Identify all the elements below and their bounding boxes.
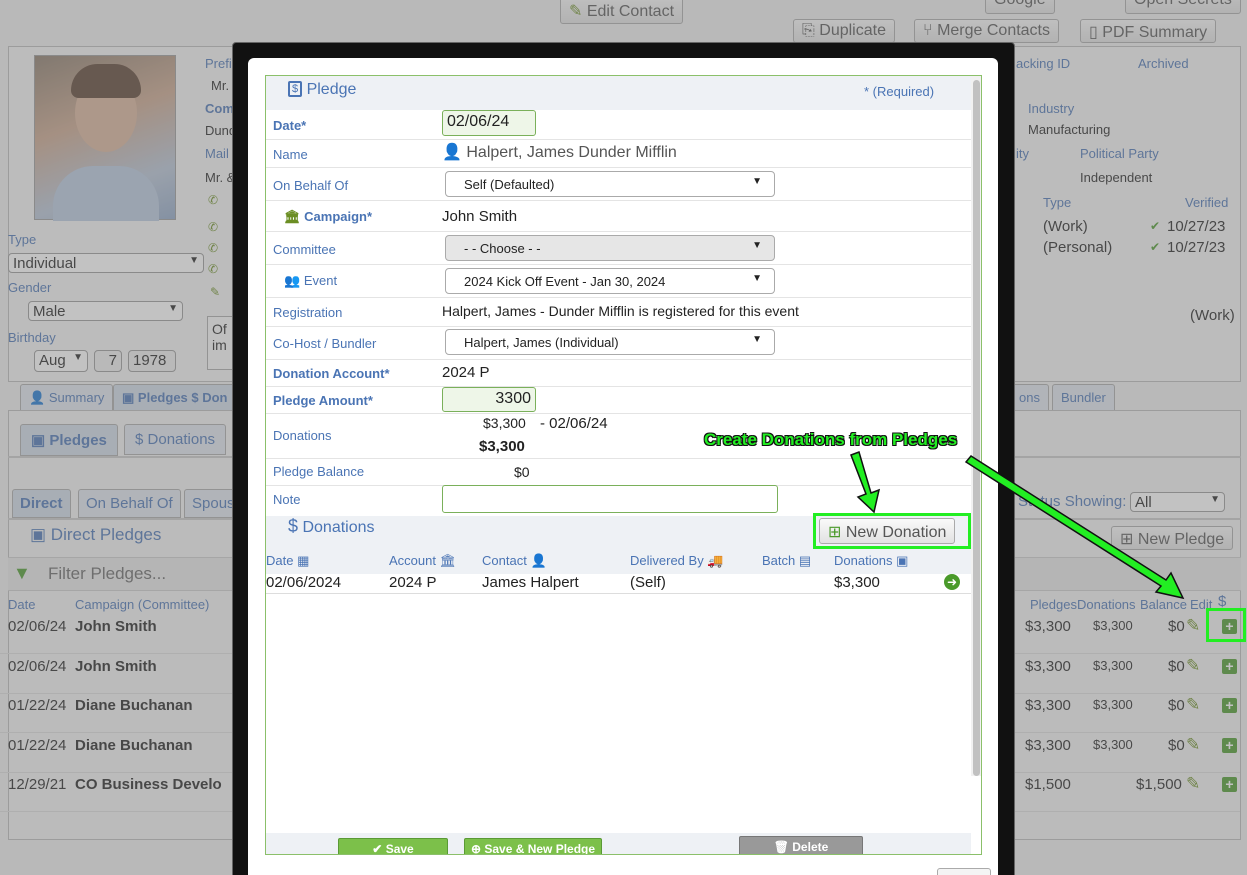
annotation-arrows — [850, 451, 1185, 600]
arrow-down-icon — [850, 451, 881, 514]
arrow-diagonal-icon — [964, 455, 1185, 600]
